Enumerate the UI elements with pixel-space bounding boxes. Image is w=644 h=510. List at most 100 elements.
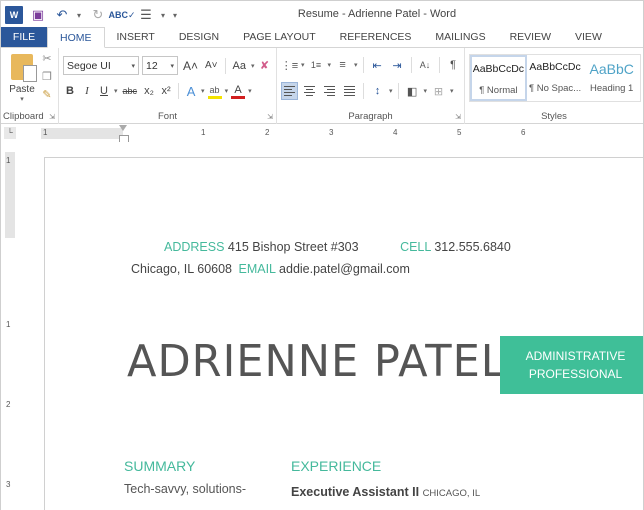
- clear-formatting-icon[interactable]: ✘: [258, 57, 272, 75]
- format-painter-icon[interactable]: ✎: [39, 88, 55, 104]
- borders-icon[interactable]: ⊞: [430, 82, 447, 100]
- city-value: Chicago, IL 60608: [131, 262, 233, 276]
- underline-dropdown-icon[interactable]: ▾: [114, 87, 118, 95]
- justify-icon: [344, 86, 355, 96]
- style-heading-1[interactable]: AaBbC Heading 1: [583, 55, 640, 101]
- align-left-icon: [284, 86, 295, 96]
- paste-button[interactable]: Paste ▾: [7, 54, 37, 103]
- font-launcher-icon[interactable]: ⇲: [267, 113, 273, 121]
- ruler-tick: 1: [6, 320, 11, 329]
- bullets-dropdown-icon[interactable]: ▾: [301, 61, 305, 69]
- style-name: Heading 1: [590, 83, 634, 94]
- font-row-1: Segoe UI ▾ 12 ▾ A˄ A˅ Aa ▾ ✘: [63, 56, 272, 75]
- font-name-value: Segoe UI: [67, 59, 111, 72]
- multilevel-list-icon[interactable]: ≡: [334, 56, 351, 74]
- paste-dropdown-icon[interactable]: ▾: [7, 95, 37, 103]
- tab-home[interactable]: HOME: [47, 27, 105, 48]
- show-formatting-icon[interactable]: ¶: [445, 56, 462, 74]
- line-spacing-icon[interactable]: ↕: [369, 82, 386, 100]
- italic-button[interactable]: I: [80, 82, 94, 100]
- styles-gallery: AaBbCcDc ¶ Normal AaBbCcDc ¶ No Spac... …: [469, 54, 641, 102]
- strikethrough-button[interactable]: abc: [121, 82, 140, 100]
- styles-group-label: Styles: [541, 111, 567, 122]
- change-case-icon[interactable]: Aa: [231, 57, 248, 75]
- cell-label: CELL: [400, 240, 431, 254]
- job-title-box: ADMINISTRATIVE PROFESSIONAL: [500, 336, 643, 394]
- font-color-icon[interactable]: A: [231, 83, 246, 99]
- cell-value: 312.555.6840: [434, 240, 511, 254]
- tab-references[interactable]: REFERENCES: [328, 27, 424, 47]
- grow-font-icon[interactable]: A˄: [181, 57, 200, 75]
- decrease-indent-icon[interactable]: ⇤: [369, 56, 386, 74]
- text-effects-icon[interactable]: A: [184, 82, 198, 100]
- ruler-tick: 5: [457, 128, 462, 137]
- clipboard-launcher-icon[interactable]: ⇲: [49, 113, 55, 121]
- underline-button[interactable]: U: [97, 82, 111, 100]
- highlight-dropdown-icon[interactable]: ▾: [225, 87, 229, 95]
- tab-selector-icon[interactable]: └: [4, 127, 16, 139]
- increase-indent-icon[interactable]: ⇥: [389, 56, 406, 74]
- address-value: 415 Bishop Street #303: [227, 240, 359, 254]
- bold-button[interactable]: B: [63, 82, 77, 100]
- resume-name: ADRIENNE PATEL: [127, 336, 506, 387]
- ribbon-tabs: FILE HOME INSERT DESIGN PAGE LAYOUT REFE…: [1, 27, 643, 48]
- paragraph-group-label: Paragraph: [348, 111, 393, 122]
- subscript-button[interactable]: x₂: [142, 82, 156, 100]
- tab-page-layout[interactable]: PAGE LAYOUT: [231, 27, 328, 47]
- shading-icon[interactable]: ◧: [404, 82, 421, 100]
- tab-insert[interactable]: INSERT: [105, 27, 167, 47]
- font-group-label: Font: [157, 111, 177, 122]
- ruler-tick: 6: [521, 128, 526, 137]
- align-left-button[interactable]: [281, 82, 298, 100]
- job-location: CHICAGO, IL: [422, 488, 481, 499]
- borders-dropdown-icon[interactable]: ▾: [450, 87, 454, 95]
- experience-heading: EXPERIENCE: [291, 458, 382, 474]
- horizontal-ruler[interactable]: 1 1 2 3 4 5 6: [41, 128, 641, 139]
- text-effects-dropdown-icon[interactable]: ▾: [201, 87, 205, 95]
- vertical-ruler[interactable]: 1 1 2 3: [5, 152, 15, 510]
- tab-mailings[interactable]: MAILINGS: [423, 27, 497, 47]
- paste-icon: [11, 54, 37, 82]
- ruler-tick: 3: [6, 480, 11, 489]
- shading-dropdown-icon[interactable]: ▾: [424, 87, 428, 95]
- cut-icon[interactable]: ✂: [39, 52, 55, 68]
- paragraph-launcher-icon[interactable]: ⇲: [455, 113, 461, 121]
- justify-button[interactable]: [341, 82, 358, 100]
- font-color-dropdown-icon[interactable]: ▾: [248, 87, 252, 95]
- align-center-button[interactable]: [301, 82, 318, 100]
- contact-line-1: ADDRESS 415 Bishop Street #303 CELL 312.…: [164, 240, 511, 254]
- tab-design[interactable]: DESIGN: [167, 27, 231, 47]
- shrink-font-icon[interactable]: A˅: [203, 57, 220, 75]
- ruler-tick: 1: [6, 156, 11, 165]
- style-normal[interactable]: AaBbCcDc ¶ Normal: [470, 55, 527, 101]
- font-size-select[interactable]: 12 ▾: [142, 56, 178, 75]
- bullets-icon[interactable]: ⋮≡: [281, 56, 298, 74]
- numbering-icon[interactable]: 1≡: [308, 56, 325, 74]
- copy-icon[interactable]: ❐: [39, 70, 55, 86]
- tab-view[interactable]: VIEW: [563, 27, 614, 47]
- ruler-tick: 1: [43, 128, 48, 137]
- ruler-tick: 4: [393, 128, 398, 137]
- ruler-tick: 2: [265, 128, 270, 137]
- style-no-spacing[interactable]: AaBbCcDc ¶ No Spac...: [527, 55, 584, 101]
- align-right-button[interactable]: [321, 82, 338, 100]
- paste-label: Paste: [9, 84, 35, 95]
- sort-icon[interactable]: A↓: [417, 56, 434, 74]
- font-name-select[interactable]: Segoe UI ▾: [63, 56, 139, 75]
- superscript-button[interactable]: x²: [159, 82, 173, 100]
- job-title-line-2: PROFESSIONAL: [528, 367, 623, 381]
- tab-file[interactable]: FILE: [1, 27, 47, 47]
- chevron-down-icon: ▾: [170, 62, 174, 70]
- line-spacing-dropdown-icon[interactable]: ▾: [389, 87, 393, 95]
- indent-marker[interactable]: [119, 125, 129, 143]
- numbering-dropdown-icon[interactable]: ▾: [328, 61, 332, 69]
- multilevel-dropdown-icon[interactable]: ▾: [354, 61, 358, 69]
- document-page[interactable]: ADDRESS 415 Bishop Street #303 CELL 312.…: [45, 158, 643, 510]
- change-case-dropdown-icon[interactable]: ▾: [251, 62, 255, 70]
- clipboard-group: Paste ▾ ✂ ❐ ✎ Clipboard ⇲: [1, 48, 59, 124]
- email-value: addie.patel@gmail.com: [279, 262, 410, 276]
- tab-review[interactable]: REVIEW: [498, 27, 563, 47]
- paragraph-row-2: ↕ ▾ ◧ ▾ ⊞ ▾: [281, 82, 454, 100]
- summary-heading: SUMMARY: [124, 458, 196, 474]
- highlight-icon[interactable]: ab: [207, 83, 222, 99]
